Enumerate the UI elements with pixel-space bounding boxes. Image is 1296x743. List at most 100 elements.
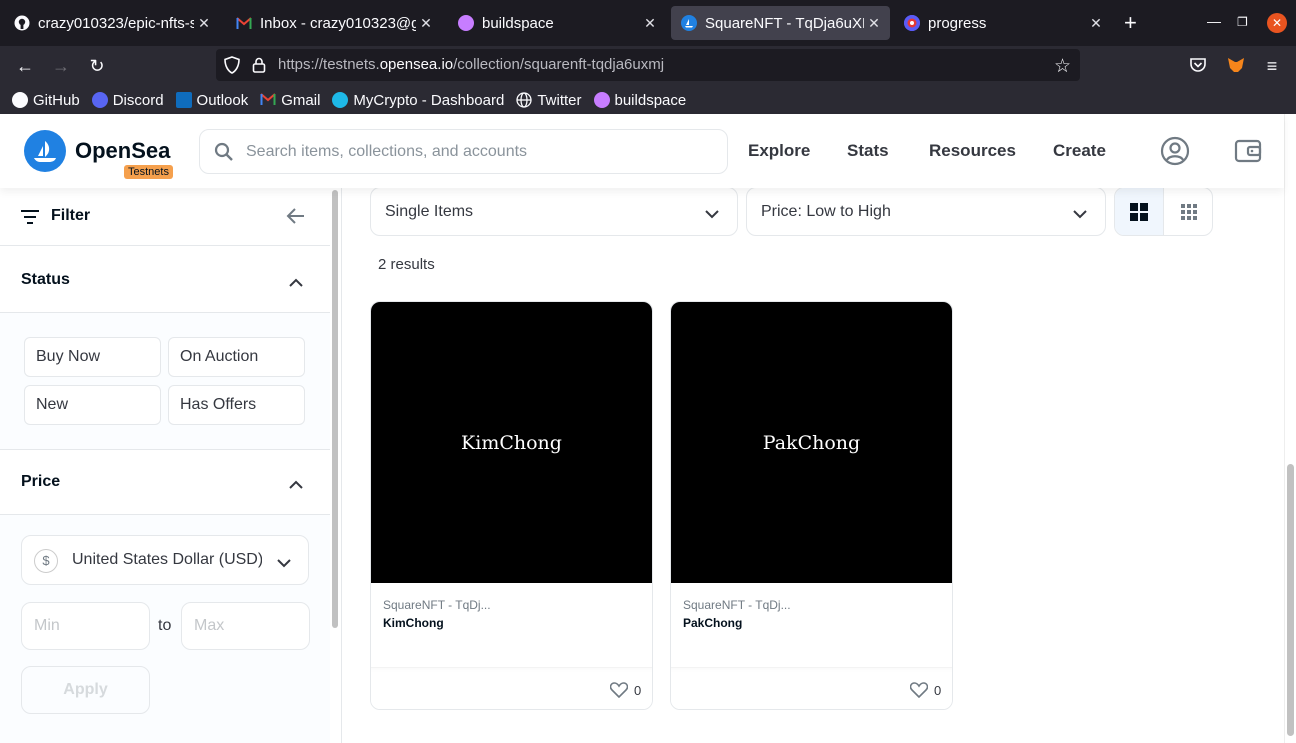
browser-tab-bar: crazy010323/epic-nfts-sn ✕ Inbox - crazy… <box>0 0 1296 46</box>
menu-icon[interactable]: ≡ <box>1260 54 1284 78</box>
small-grid-icon[interactable] <box>1164 188 1212 235</box>
max-price-input[interactable] <box>181 602 310 650</box>
currency-value: United States Dollar (USD) <box>72 551 262 568</box>
nft-collection[interactable]: SquareNFT - TqDj... <box>383 598 491 612</box>
metamask-icon[interactable] <box>1226 55 1246 80</box>
min-price-input[interactable] <box>21 602 150 650</box>
page-scrollbar[interactable] <box>1284 114 1296 743</box>
tab-github[interactable]: crazy010323/epic-nfts-sn ✕ <box>4 6 220 40</box>
tab-gmail[interactable]: Inbox - crazy010323@gm ✕ <box>226 6 442 40</box>
chevron-down-icon <box>1073 206 1087 224</box>
unicorn-icon <box>458 15 474 31</box>
bookmark-gmail[interactable]: Gmail <box>260 92 320 109</box>
bookmark-label: Twitter <box>537 91 582 109</box>
new-tab-button[interactable]: + <box>1124 12 1137 34</box>
price-section-header[interactable]: Price <box>0 449 330 515</box>
chevron-up-icon <box>289 476 303 494</box>
status-on-auction[interactable]: On Auction <box>168 337 305 377</box>
status-section-header[interactable]: Status <box>0 247 330 313</box>
sort-value: Price: Low to High <box>761 203 891 220</box>
item-type-value: Single Items <box>385 203 474 220</box>
sort-select[interactable]: Price: Low to High <box>746 187 1106 236</box>
collapse-arrow-icon[interactable] <box>286 206 306 231</box>
status-title: Status <box>21 271 70 288</box>
sidebar-scrollbar[interactable] <box>332 190 338 628</box>
heart-icon[interactable] <box>909 682 929 703</box>
wallet-icon[interactable] <box>1233 136 1263 166</box>
tab-progress[interactable]: progress ✕ <box>894 6 1112 40</box>
bookmark-twitter[interactable]: Twitter <box>516 91 582 109</box>
to-label: to <box>158 617 172 634</box>
globe-icon <box>516 92 532 108</box>
main-content: Single Items Price: Low to High 2 result… <box>342 187 1284 743</box>
bookmark-star-icon[interactable]: ☆ <box>1054 55 1071 78</box>
tab-title: SquareNFT - TqDja6uXM <box>705 14 864 32</box>
bookmark-buildspace[interactable]: buildspace <box>593 91 687 109</box>
pocket-icon[interactable] <box>1189 56 1207 79</box>
apply-button[interactable]: Apply <box>21 666 150 714</box>
minimize-button[interactable]: — <box>1207 13 1221 29</box>
close-icon[interactable]: ✕ <box>194 15 214 32</box>
shield-icon[interactable] <box>224 56 240 79</box>
nav-explore[interactable]: Explore <box>748 141 810 161</box>
status-new[interactable]: New <box>24 385 161 425</box>
nft-card[interactable]: KimChong SquareNFT - TqDj... KimChong 0 <box>370 301 653 710</box>
testnets-badge: Testnets <box>124 165 173 179</box>
filter-label: Filter <box>51 207 91 224</box>
url-bar[interactable]: https://testnets.opensea.io/collection/s… <box>216 49 1080 81</box>
bookmark-outlook[interactable]: Outlook <box>175 92 248 109</box>
close-icon[interactable]: ✕ <box>640 15 660 32</box>
search-input[interactable] <box>246 140 706 164</box>
tab-title: progress <box>928 14 987 32</box>
unicorn-icon <box>593 92 610 108</box>
nav-create[interactable]: Create <box>1053 141 1106 161</box>
search-box[interactable] <box>199 129 728 174</box>
heart-icon[interactable] <box>609 682 629 703</box>
bookmark-label: Discord <box>112 91 164 109</box>
opensea-logo-icon[interactable] <box>24 130 66 172</box>
price-title: Price <box>21 473 61 490</box>
currency-select[interactable]: $ United States Dollar (USD) <box>21 535 309 585</box>
status-has-offers[interactable]: Has Offers <box>168 385 305 425</box>
forward-button[interactable]: → <box>49 54 73 78</box>
bookmark-discord[interactable]: Discord <box>91 91 164 109</box>
reload-button[interactable]: ↻ <box>85 54 109 78</box>
restore-button[interactable]: ❐ <box>1237 15 1248 29</box>
large-grid-icon[interactable] <box>1115 188 1164 235</box>
tab-buildspace[interactable]: buildspace ✕ <box>448 6 666 40</box>
close-icon[interactable]: ✕ <box>1086 15 1106 32</box>
bookmark-label: buildspace <box>614 91 687 109</box>
window-close-button[interactable]: ✕ <box>1267 13 1287 33</box>
filter-header[interactable]: Filter <box>0 188 330 246</box>
chevron-down-icon <box>705 206 719 224</box>
back-button[interactable]: ← <box>13 54 37 78</box>
nft-image[interactable]: PakChong <box>671 302 952 583</box>
like-count: 0 <box>634 683 642 698</box>
nft-card[interactable]: PakChong SquareNFT - TqDj... PakChong 0 <box>670 301 953 710</box>
account-icon[interactable] <box>1160 136 1190 166</box>
bookmark-label: MyCrypto - Dashboard <box>353 91 505 109</box>
bookmark-github[interactable]: GitHub <box>12 92 80 109</box>
lock-icon[interactable] <box>252 57 266 73</box>
item-type-select[interactable]: Single Items <box>370 187 738 236</box>
bookmark-mycrypto[interactable]: MyCrypto - Dashboard <box>332 92 504 109</box>
nft-name[interactable]: KimChong <box>383 616 444 630</box>
tab-title: crazy010323/epic-nfts-sn <box>38 14 194 32</box>
bookmarks-bar: GitHub Discord Outlook Gmail MyCrypto - … <box>0 86 1296 114</box>
site-logo-text[interactable]: OpenSea <box>75 138 170 164</box>
nft-image[interactable]: KimChong <box>371 302 652 583</box>
gmail-icon <box>236 15 252 31</box>
status-buy-now[interactable]: Buy Now <box>24 337 161 377</box>
close-icon[interactable]: ✕ <box>416 15 436 32</box>
nft-name[interactable]: PakChong <box>683 616 742 630</box>
nft-collection[interactable]: SquareNFT - TqDj... <box>683 598 791 612</box>
card-footer: 0 <box>671 667 952 709</box>
github-icon <box>12 92 28 108</box>
tab-squarenft[interactable]: SquareNFT - TqDja6uXM ✕ <box>671 6 890 40</box>
close-icon[interactable]: ✕ <box>864 15 884 32</box>
page-scrollbar-thumb[interactable] <box>1287 464 1294 736</box>
chevron-down-icon <box>277 555 291 573</box>
nav-stats[interactable]: Stats <box>847 141 889 161</box>
nav-resources[interactable]: Resources <box>929 141 1016 161</box>
tab-title: buildspace <box>482 14 554 32</box>
